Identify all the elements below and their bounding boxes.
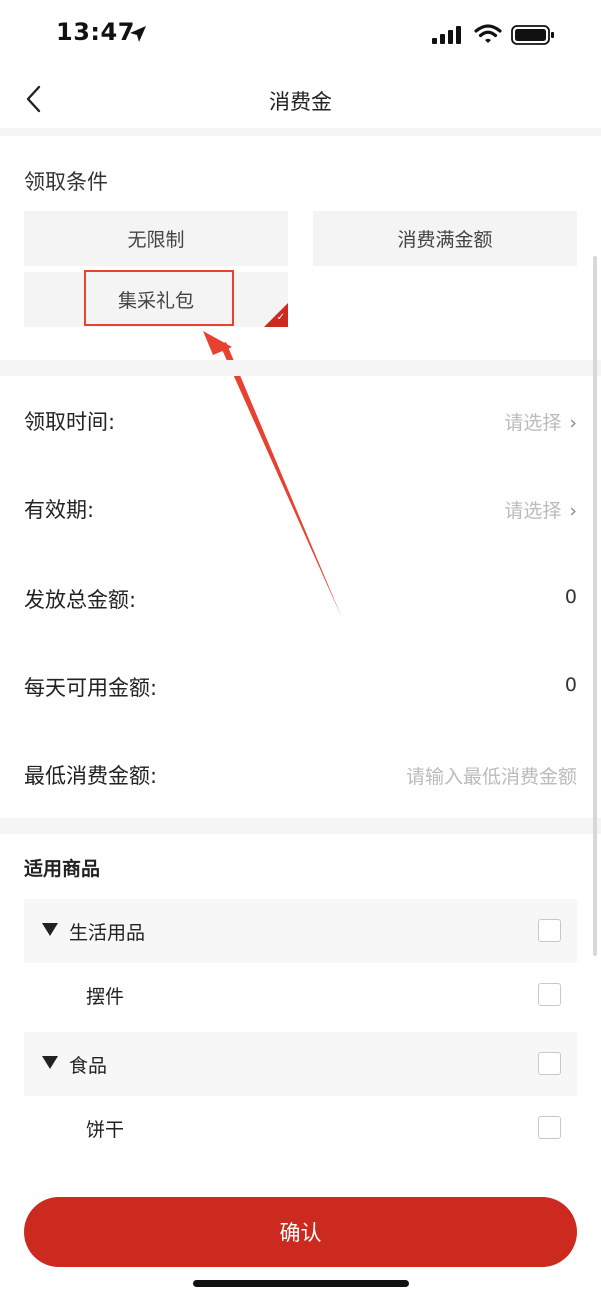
- condition-option-unlimited[interactable]: 无限制: [24, 211, 288, 266]
- annotation-highlight-box: [84, 270, 234, 326]
- validity-placeholder: 请选择: [504, 500, 562, 522]
- section-divider: [0, 818, 601, 834]
- total-amount-row[interactable]: 发放总金额: 0: [24, 580, 577, 620]
- daily-amount-value[interactable]: 0: [565, 674, 577, 696]
- chevron-right-icon: ›: [569, 500, 577, 522]
- min-spend-input[interactable]: 请输入最低消费金额: [406, 762, 577, 789]
- page-title: 消费金: [269, 90, 332, 114]
- condition-option-min-spend[interactable]: 消费满金额: [313, 211, 577, 266]
- battery-icon: [511, 25, 554, 45]
- expand-triangle-icon[interactable]: [42, 1056, 58, 1069]
- subcategory-label: 摆件: [86, 986, 125, 1008]
- section-divider: [0, 128, 601, 136]
- validity-row[interactable]: 有效期: 请选择 ›: [24, 490, 577, 530]
- status-time: 13:47: [56, 18, 135, 46]
- status-bar: 13:47: [0, 0, 601, 72]
- validity-value[interactable]: 请选择 ›: [504, 496, 577, 523]
- validity-label: 有效期:: [24, 498, 95, 522]
- subcategory-row[interactable]: 饼干: [24, 1096, 577, 1160]
- scrollbar[interactable]: [593, 256, 597, 956]
- section-divider: [0, 360, 601, 376]
- total-amount-value[interactable]: 0: [565, 586, 577, 608]
- condition-option-label: 消费满金额: [397, 229, 493, 251]
- total-amount-label: 发放总金额:: [24, 588, 137, 612]
- subcategory-label: 饼干: [86, 1119, 125, 1141]
- subcategory-checkbox[interactable]: [538, 983, 561, 1006]
- min-spend-row[interactable]: 最低消费金额: 请输入最低消费金额: [24, 756, 577, 796]
- home-indicator: [193, 1280, 409, 1287]
- wifi-icon: [474, 24, 502, 43]
- claim-time-label: 领取时间:: [24, 410, 116, 434]
- checkmark-icon: ✓: [276, 312, 285, 323]
- category-row[interactable]: 生活用品: [24, 899, 577, 963]
- category-checkbox[interactable]: [538, 1052, 561, 1075]
- chevron-right-icon: ›: [569, 412, 577, 434]
- condition-title: 领取条件: [24, 170, 108, 194]
- claim-time-row[interactable]: 领取时间: 请选择 ›: [24, 402, 577, 442]
- condition-option-label: 无限制: [127, 229, 185, 251]
- category-checkbox[interactable]: [538, 919, 561, 942]
- category-label: 生活用品: [69, 922, 146, 944]
- subcategory-checkbox[interactable]: [538, 1116, 561, 1139]
- daily-amount-label: 每天可用金额:: [24, 676, 158, 700]
- claim-time-placeholder: 请选择: [504, 412, 562, 434]
- min-spend-label: 最低消费金额:: [24, 764, 158, 788]
- daily-amount-row[interactable]: 每天可用金额: 0: [24, 668, 577, 708]
- cellular-signal-icon: [432, 26, 461, 44]
- category-row[interactable]: 食品: [24, 1032, 577, 1096]
- subcategory-row[interactable]: 摆件: [24, 963, 577, 1027]
- category-label: 食品: [69, 1055, 108, 1077]
- claim-time-value[interactable]: 请选择 ›: [504, 408, 577, 435]
- products-section-title: 适用商品: [24, 858, 101, 880]
- nav-bar: 消费金: [0, 72, 601, 128]
- confirm-button[interactable]: 确认: [24, 1197, 577, 1267]
- expand-triangle-icon[interactable]: [42, 923, 58, 936]
- location-arrow-icon: [130, 26, 146, 42]
